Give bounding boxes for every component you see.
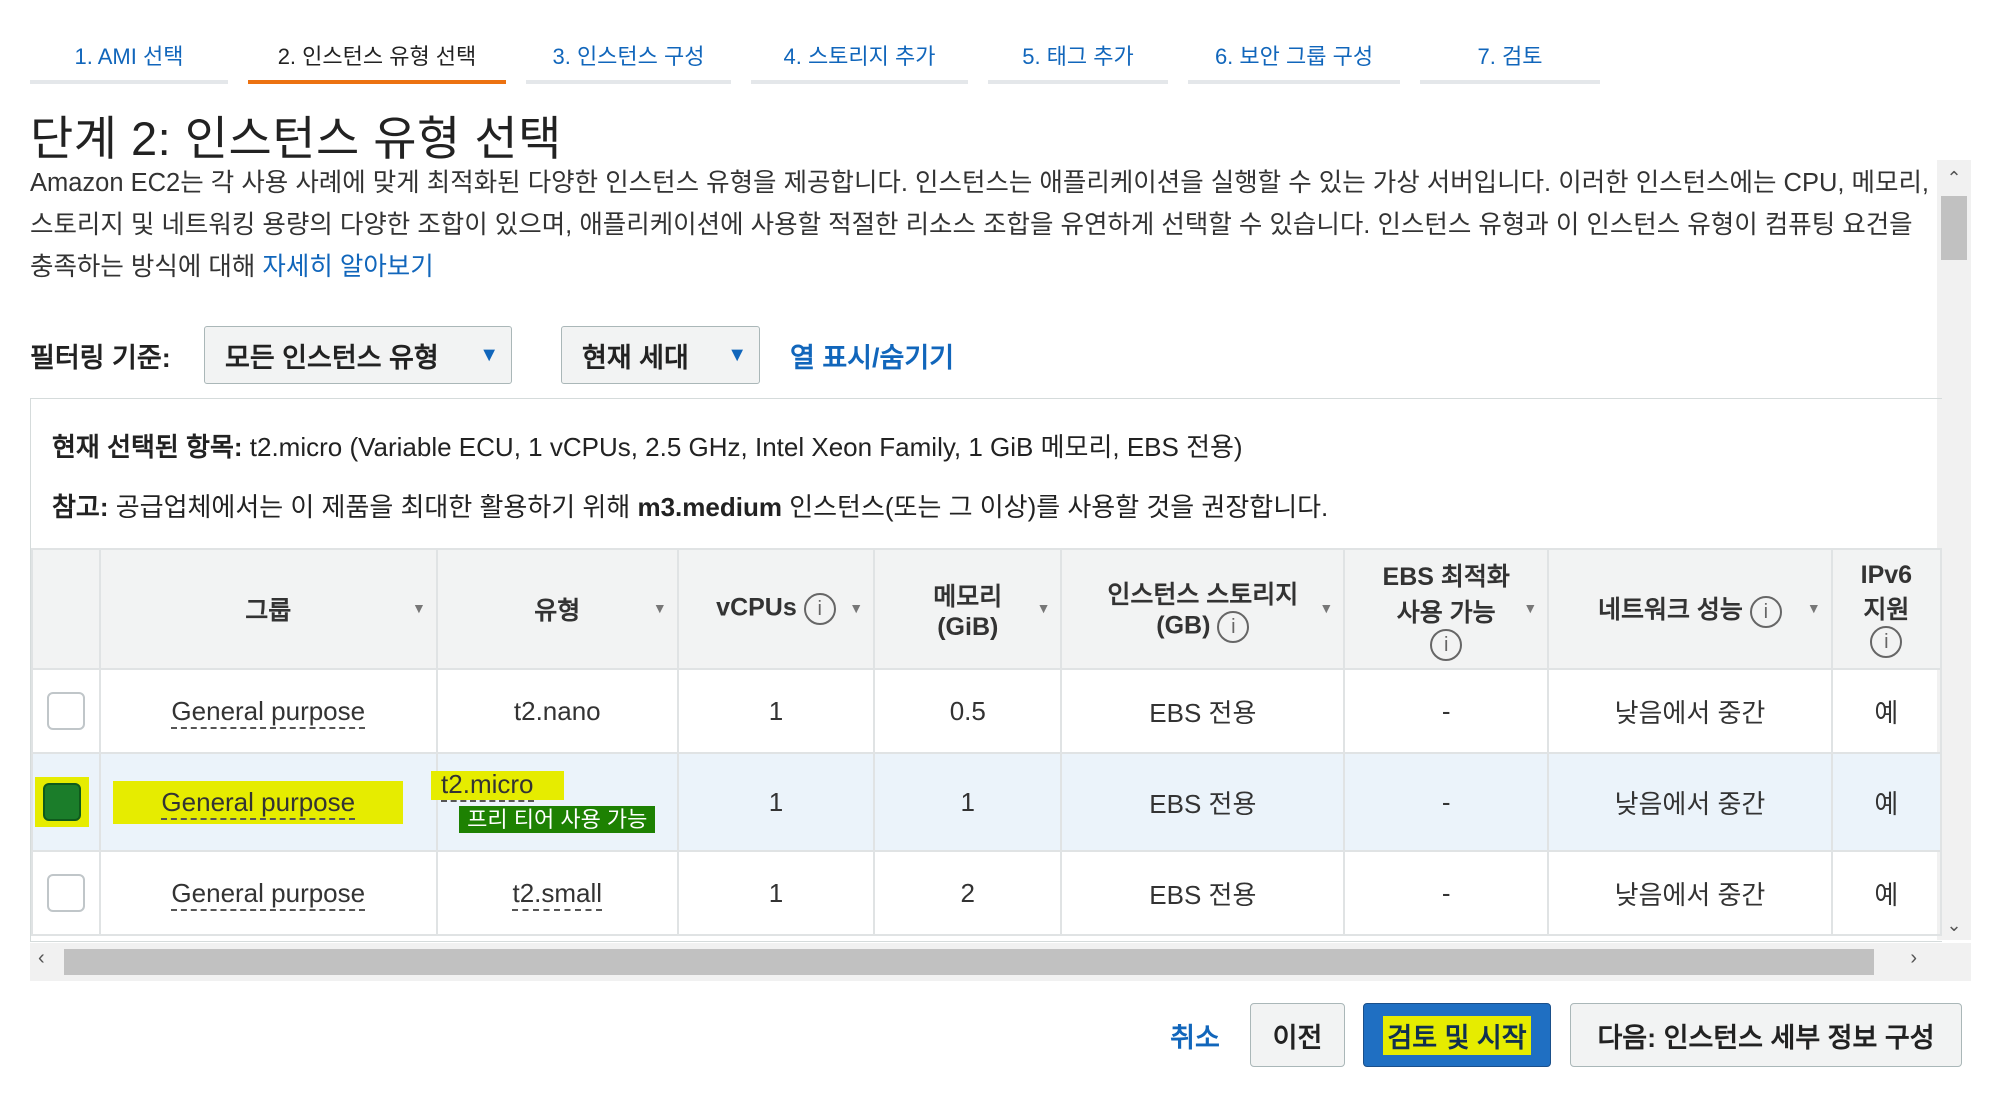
previous-button[interactable]: 이전	[1250, 1003, 1345, 1067]
sort-caret-icon: ▼	[1806, 600, 1821, 616]
sort-caret-icon: ▼	[652, 600, 667, 616]
scroll-down-icon[interactable]: ⌄	[1937, 915, 1971, 936]
tab-instance-type[interactable]: 2. 인스턴스 유형 선택	[248, 30, 506, 84]
horizontal-scroll-thumb[interactable]	[64, 949, 1874, 975]
storage-cell: EBS 전용	[1060, 752, 1346, 852]
group-cell: General purpose	[171, 877, 366, 911]
ebs-cell: -	[1343, 668, 1550, 754]
tab-add-storage[interactable]: 4. 스토리지 추가	[751, 30, 968, 84]
review-and-launch-button[interactable]: 검토 및 시작	[1363, 1003, 1551, 1067]
vertical-scroll-thumb[interactable]	[1941, 196, 1967, 260]
sort-caret-icon: ▼	[1319, 600, 1334, 616]
recommended-type: m3.medium	[637, 492, 782, 522]
next-configure-instance-button[interactable]: 다음: 인스턴스 세부 정보 구성	[1570, 1003, 1962, 1067]
note-text-post: 인스턴스(또는 그 이상)를 사용할 것을 권장합니다.	[781, 492, 1329, 522]
vcpus-cell: 1	[676, 850, 876, 936]
ebs-cell: -	[1343, 850, 1550, 936]
instance-type-panel: 현재 선택된 항목: t2.micro (Variable ECU, 1 vCP…	[30, 398, 1942, 942]
note-label: 참고:	[52, 492, 109, 522]
type-cell: t2.nano	[435, 668, 679, 754]
vcpus-cell: 1	[676, 668, 876, 754]
memory-cell: 1	[873, 752, 1063, 852]
info-icon[interactable]: i	[1749, 595, 1782, 628]
info-icon[interactable]: i	[1870, 625, 1903, 658]
table-row[interactable]: General purpose t2.small 1 2 EBS 전용 - 낮음…	[31, 850, 1942, 936]
vcpus-cell: 1	[676, 752, 876, 852]
info-icon[interactable]: i	[1430, 629, 1463, 661]
row-checkbox[interactable]	[46, 874, 85, 912]
cancel-button[interactable]: 취소	[1160, 1003, 1230, 1067]
show-hide-columns-link[interactable]: 열 표시/숨기기	[790, 336, 954, 375]
tab-review[interactable]: 7. 검토	[1420, 30, 1600, 84]
page-title: 단계 2: 인스턴스 유형 선택	[30, 112, 562, 165]
vcpus-column-header[interactable]: vCPUs i ▼	[676, 548, 876, 670]
storage-cell: EBS 전용	[1060, 850, 1346, 936]
table-header-row: 그룹 ▼ 유형 ▼ vCPUs i ▼ 메모리 (GiB) ▼ 인스턴스 스토리지 (GB)…	[31, 548, 1942, 670]
instance-types-table: 그룹 ▼ 유형 ▼ vCPUs i ▼ 메모리 (GiB) ▼ 인스턴스 스토리지 (GB)…	[31, 548, 1942, 936]
select-column-header	[31, 548, 101, 670]
info-icon[interactable]: i	[1217, 611, 1250, 643]
filter-label: 필터링 기준:	[30, 343, 171, 373]
sort-caret-icon: ▼	[411, 600, 426, 616]
ipv6-cell: 예	[1830, 752, 1942, 852]
network-cell: 낮음에서 중간	[1547, 850, 1833, 936]
type-column-header[interactable]: 유형 ▼	[435, 548, 679, 670]
horizontal-scrollbar[interactable]: ‹ ›	[30, 943, 1971, 981]
ipv6-column-header[interactable]: IPv6 지원 i	[1830, 548, 1942, 670]
group-cell: General purpose	[171, 695, 366, 729]
storage-column-header[interactable]: 인스턴스 스토리지 (GB) i ▼	[1060, 548, 1346, 670]
network-column-header[interactable]: 네트워크 성능 i ▼	[1547, 548, 1833, 670]
tab-configure-instance[interactable]: 3. 인스턴스 구성	[526, 30, 731, 84]
info-icon[interactable]: i	[803, 593, 836, 625]
table-row-selected[interactable]: General purpose t2.micro 프리 티어 사용 가능 1 1…	[31, 752, 1942, 852]
chevron-down-icon: ▼	[727, 344, 747, 366]
scroll-up-icon[interactable]: ⌃	[1937, 168, 1971, 189]
sort-caret-icon: ▼	[1523, 600, 1538, 616]
free-tier-badge: 프리 티어 사용 가능	[459, 806, 656, 834]
sort-caret-icon: ▼	[849, 600, 864, 616]
type-cell: t2.micro	[441, 768, 534, 802]
learn-more-link[interactable]: 자세히 알아보기	[262, 253, 433, 281]
table-row[interactable]: General purpose t2.nano 1 0.5 EBS 전용 - 낮…	[31, 668, 1942, 754]
memory-cell: 0.5	[873, 668, 1063, 754]
generation-value: 현재 세대	[582, 342, 689, 373]
page-description: Amazon EC2는 각 사용 사례에 맞게 최적화된 다양한 인스턴스 유형…	[30, 162, 1935, 288]
row-checkbox[interactable]	[46, 692, 85, 730]
review-and-launch-label: 검토 및 시작	[1383, 1015, 1531, 1055]
memory-cell: 2	[873, 850, 1063, 936]
ipv6-cell: 예	[1830, 668, 1942, 754]
network-cell: 낮음에서 중간	[1547, 668, 1833, 754]
note-text-pre: 공급업체에서는 이 제품을 최대한 활용하기 위해	[108, 492, 638, 522]
scroll-right-icon[interactable]: ›	[1910, 947, 1917, 970]
sort-caret-icon: ▼	[1036, 600, 1051, 616]
memory-column-header[interactable]: 메모리 (GiB) ▼	[873, 548, 1063, 670]
group-cell: General purpose	[161, 786, 356, 820]
instance-family-value: 모든 인스턴스 유형	[225, 342, 439, 373]
tab-add-tags[interactable]: 5. 태그 추가	[988, 30, 1168, 84]
network-cell: 낮음에서 중간	[1547, 752, 1833, 852]
wizard-tabs: 1. AMI 선택 2. 인스턴스 유형 선택 3. 인스턴스 구성 4. 스토…	[30, 30, 1620, 84]
ebs-optimized-column-header[interactable]: EBS 최적화 사용 가능 i ▼	[1343, 548, 1550, 670]
vertical-scrollbar[interactable]: ⌃ ⌄	[1937, 160, 1971, 940]
storage-cell: EBS 전용	[1060, 668, 1346, 754]
group-column-header[interactable]: 그룹 ▼	[98, 548, 438, 670]
vendor-note: 참고: 공급업체에서는 이 제품을 최대한 활용하기 위해 m3.medium …	[52, 487, 1328, 524]
instance-family-select[interactable]: 모든 인스턴스 유형 ▼	[204, 326, 512, 384]
current-selection: 현재 선택된 항목: t2.micro (Variable ECU, 1 vCP…	[52, 427, 1243, 464]
type-cell: t2.small	[512, 877, 603, 911]
generation-select[interactable]: 현재 세대 ▼	[561, 326, 760, 384]
row-checkbox-checked[interactable]	[42, 783, 81, 821]
tab-ami[interactable]: 1. AMI 선택	[30, 30, 228, 84]
scroll-left-icon[interactable]: ‹	[38, 947, 45, 970]
current-selection-value: t2.micro (Variable ECU, 1 vCPUs, 2.5 GHz…	[242, 432, 1243, 462]
current-selection-label: 현재 선택된 항목:	[52, 432, 243, 462]
tab-security-group[interactable]: 6. 보안 그룹 구성	[1188, 30, 1400, 84]
ebs-cell: -	[1343, 752, 1550, 852]
chevron-down-icon: ▼	[479, 344, 499, 366]
ipv6-cell: 예	[1830, 850, 1942, 936]
